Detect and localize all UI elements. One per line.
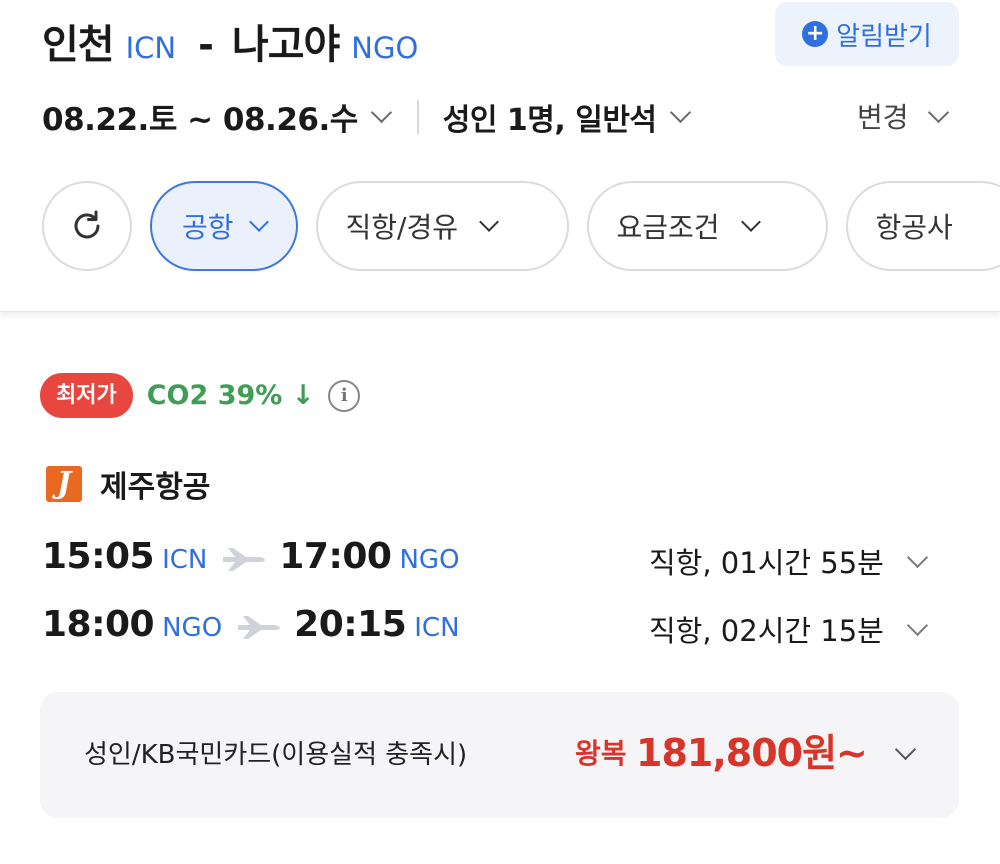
route-title: 인천 ICN - 나고야 NGO <box>42 12 418 70</box>
filter-label: 공항 <box>182 211 234 244</box>
departure-airport: ICN <box>162 545 208 575</box>
origin-city: 인천 <box>42 22 115 68</box>
chevron-down-icon <box>740 212 761 232</box>
price-alert-button[interactable]: + 알림받기 <box>775 2 959 66</box>
leg-duration: 직항, 02시간 15분 <box>649 614 884 648</box>
filter-direct-transfer[interactable]: 직항/경유 <box>315 181 569 271</box>
refresh-icon <box>74 210 100 239</box>
departure-time: 18:00 <box>42 604 155 645</box>
leg-duration: 직항, 01시간 55분 <box>649 546 884 580</box>
flight-leg-return-info[interactable]: 직항, 02시간 15분 <box>649 608 928 650</box>
chevron-down-icon[interactable] <box>370 101 392 124</box>
chevron-down-icon <box>927 101 949 123</box>
refresh-button[interactable] <box>42 181 132 271</box>
lowest-price-badge: 최저가 <box>40 373 133 418</box>
filter-fare-condition[interactable]: 요금조건 <box>586 181 828 271</box>
arrival-airport: NGO <box>399 545 460 575</box>
fare-description: 성인/KB국민카드(이용실적 충족시) <box>84 740 468 770</box>
change-label: 변경 <box>857 101 909 134</box>
passenger-class[interactable]: 성인 1명, 일반석 <box>443 95 657 139</box>
filter-airport[interactable]: 공항 <box>150 181 298 271</box>
change-search-button[interactable]: 변경 <box>857 96 949 136</box>
airplane-icon <box>223 548 266 571</box>
flight-leg-outbound-info[interactable]: 직항, 01시간 55분 <box>649 540 928 582</box>
date-range[interactable]: 08.22.토 ~ 08.26.수 <box>42 94 358 139</box>
destination-city: 나고야 <box>231 22 340 68</box>
arrival-time: 20:15 <box>294 604 407 645</box>
filter-airline[interactable]: 항공사 <box>845 181 1000 271</box>
departure-airport: NGO <box>162 613 223 643</box>
info-icon[interactable]: i <box>328 379 361 412</box>
chevron-down-icon <box>906 614 928 636</box>
arrival-airport: ICN <box>414 613 460 643</box>
filter-label: 요금조건 <box>616 211 720 244</box>
destination-code: NGO <box>351 31 419 65</box>
co2-indicator: CO2 39% ↓ <box>146 380 315 411</box>
result-tags: 최저가 CO2 39% ↓ i <box>40 373 361 418</box>
chevron-down-icon[interactable] <box>669 101 691 124</box>
airline-header: J 제주항공 <box>46 462 210 506</box>
price-alert-label: 알림받기 <box>836 21 932 52</box>
chevron-down-icon <box>248 212 269 232</box>
search-header: 인천 ICN - 나고야 NGO + 알림받기 08.22.토 ~ 08.26.… <box>0 0 1000 312</box>
filter-label: 항공사 <box>875 211 953 244</box>
add-circle-icon: + <box>802 21 829 47</box>
chevron-down-icon <box>906 546 928 568</box>
airline-name: 제주항공 <box>100 470 211 505</box>
chevron-down-icon[interactable] <box>894 738 917 761</box>
airplane-icon <box>238 616 281 639</box>
trip-summary: 08.22.토 ~ 08.26.수 성인 1명, 일반석 <box>42 94 691 139</box>
flight-leg-outbound[interactable]: 15:05 ICN 17:00 NGO <box>42 536 460 577</box>
flight-leg-return[interactable]: 18:00 NGO 20:15 ICN <box>42 604 460 645</box>
route-separator: - <box>198 23 214 67</box>
fare-price: 181,800원~ <box>636 731 868 775</box>
filter-label: 직항/경유 <box>345 211 459 244</box>
fare-trip-type: 왕복 <box>575 737 627 770</box>
chevron-down-icon <box>479 212 499 232</box>
divider <box>416 99 419 134</box>
fare-option[interactable]: 성인/KB국민카드(이용실적 충족시) 왕복 181,800원~ <box>40 692 959 818</box>
departure-time: 15:05 <box>42 536 155 577</box>
origin-code: ICN <box>125 31 177 65</box>
arrival-time: 17:00 <box>279 536 392 577</box>
jejuair-logo-icon: J <box>46 466 82 502</box>
filter-bar: 공항 직항/경유 요금조건 항공사 <box>42 181 1000 271</box>
